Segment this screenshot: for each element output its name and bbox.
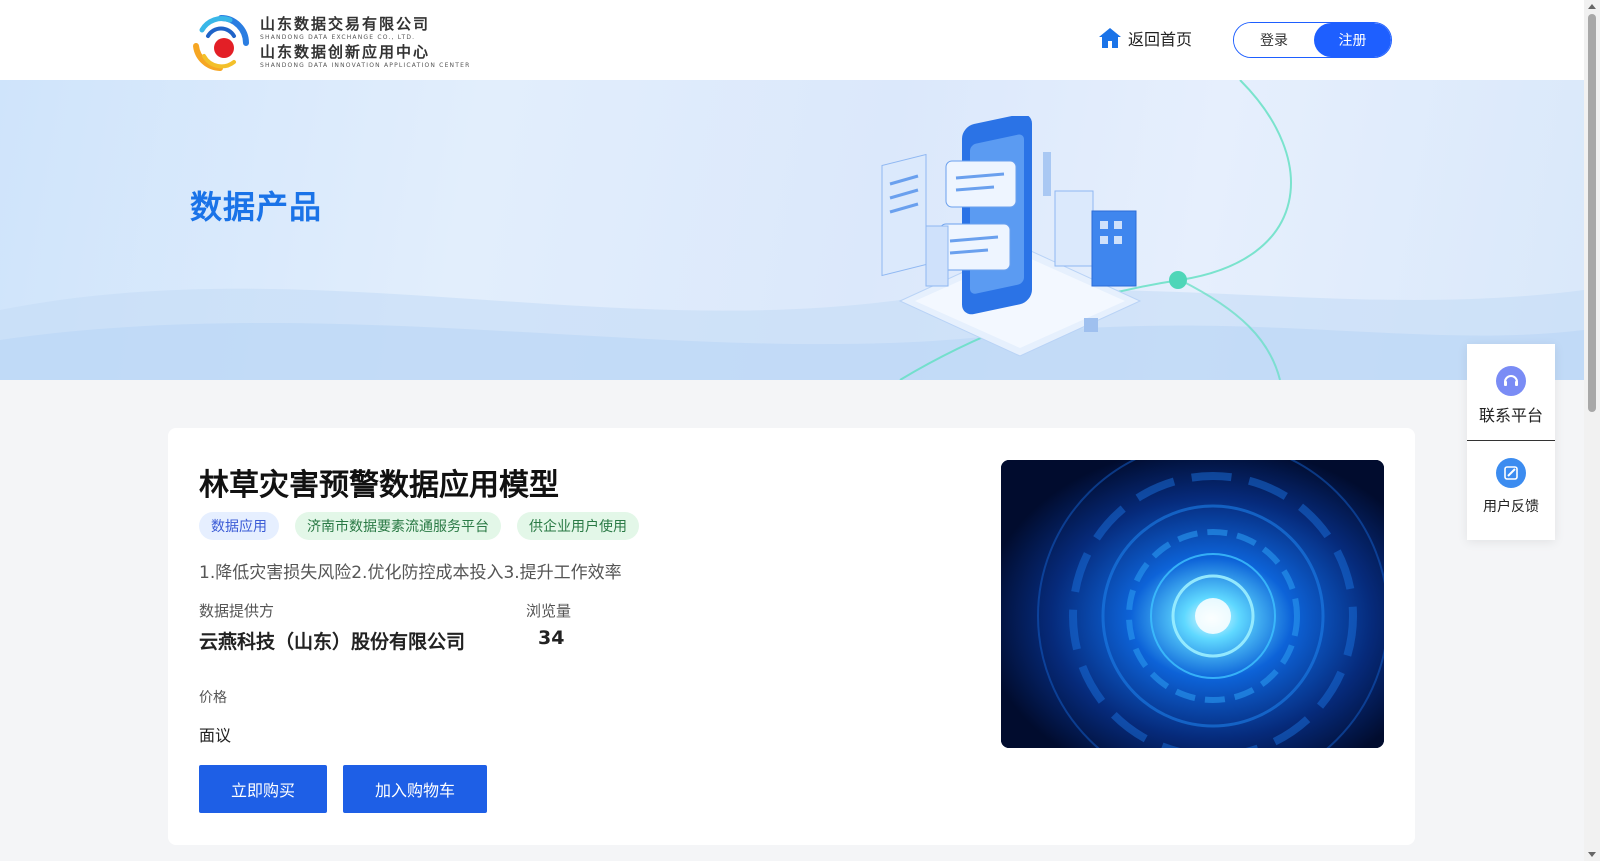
contact-platform-label: 联系平台 bbox=[1478, 406, 1543, 425]
product-card: 林草灾害预警数据应用模型 数据应用 济南市数据要素流通服务平台 供企业用户使用 … bbox=[168, 428, 1415, 845]
product-image bbox=[1001, 460, 1384, 748]
logo-name-en-2: SHANDONG DATA INNOVATION APPLICATION CEN… bbox=[260, 62, 471, 69]
floating-side-panel: 联系平台 用户反馈 bbox=[1467, 344, 1555, 540]
home-link[interactable]: 返回首页 bbox=[1098, 26, 1192, 50]
views-label: 浏览量 bbox=[526, 602, 572, 620]
site-logo[interactable]: 山东数据交易有限公司 SHANDONG DATA EXCHANGE CO., L… bbox=[190, 12, 470, 74]
price-label: 价格 bbox=[199, 690, 227, 706]
logo-emblem-icon bbox=[190, 12, 252, 74]
contact-platform-button[interactable]: 联系平台 bbox=[1467, 366, 1555, 426]
scroll-up-arrow-icon[interactable] bbox=[1588, 4, 1596, 9]
product-tags: 数据应用 济南市数据要素流通服务平台 供企业用户使用 bbox=[199, 512, 639, 540]
page-scrollbar[interactable] bbox=[1584, 0, 1600, 861]
price-value: 面议 bbox=[199, 726, 232, 745]
buy-now-button[interactable]: 立即购买 bbox=[199, 765, 327, 813]
logo-name-cn-1: 山东数据交易有限公司 bbox=[260, 15, 431, 33]
edit-feedback-icon bbox=[1496, 458, 1526, 488]
register-button[interactable]: 注册 bbox=[1314, 23, 1391, 57]
logo-name-cn-2: 山东数据创新应用中心 bbox=[260, 43, 431, 61]
logo-name-en-1: SHANDONG DATA EXCHANGE CO., LTD. bbox=[260, 34, 416, 41]
headset-icon bbox=[1496, 366, 1526, 396]
top-header: 山东数据交易有限公司 SHANDONG DATA EXCHANGE CO., L… bbox=[0, 0, 1584, 80]
add-to-cart-button[interactable]: 加入购物车 bbox=[343, 765, 487, 813]
provider-value: 云燕科技（山东）股份有限公司 bbox=[199, 631, 466, 653]
tech-circle-image bbox=[1001, 460, 1384, 748]
user-feedback-button[interactable]: 用户反馈 bbox=[1467, 458, 1555, 516]
product-description: 1.降低灾害损失风险2.优化防控成本投入3.提升工作效率 bbox=[199, 563, 622, 583]
hero-banner: 数据产品 bbox=[0, 80, 1584, 380]
data-product-illustration bbox=[881, 116, 1142, 357]
tag-category: 数据应用 bbox=[199, 512, 279, 540]
user-feedback-label: 用户反馈 bbox=[1483, 499, 1539, 515]
scrollbar-thumb[interactable] bbox=[1588, 14, 1596, 412]
logo-text: 山东数据交易有限公司 SHANDONG DATA EXCHANGE CO., L… bbox=[260, 17, 470, 69]
tag-audience: 供企业用户使用 bbox=[517, 512, 639, 540]
provider-label: 数据提供方 bbox=[199, 602, 275, 620]
banner-title: 数据产品 bbox=[190, 188, 323, 226]
product-title: 林草灾害预警数据应用模型 bbox=[199, 468, 559, 503]
auth-switch: 登录 注册 bbox=[1233, 22, 1392, 58]
home-icon bbox=[1099, 28, 1121, 48]
login-button[interactable]: 登录 bbox=[1234, 23, 1314, 57]
side-panel-divider bbox=[1467, 440, 1555, 441]
home-link-label: 返回首页 bbox=[1128, 30, 1193, 49]
scroll-down-arrow-icon[interactable] bbox=[1588, 852, 1596, 857]
tag-platform: 济南市数据要素流通服务平台 bbox=[295, 512, 501, 540]
banner-wave-decoration bbox=[0, 80, 1584, 380]
views-value: 34 bbox=[538, 627, 565, 649]
